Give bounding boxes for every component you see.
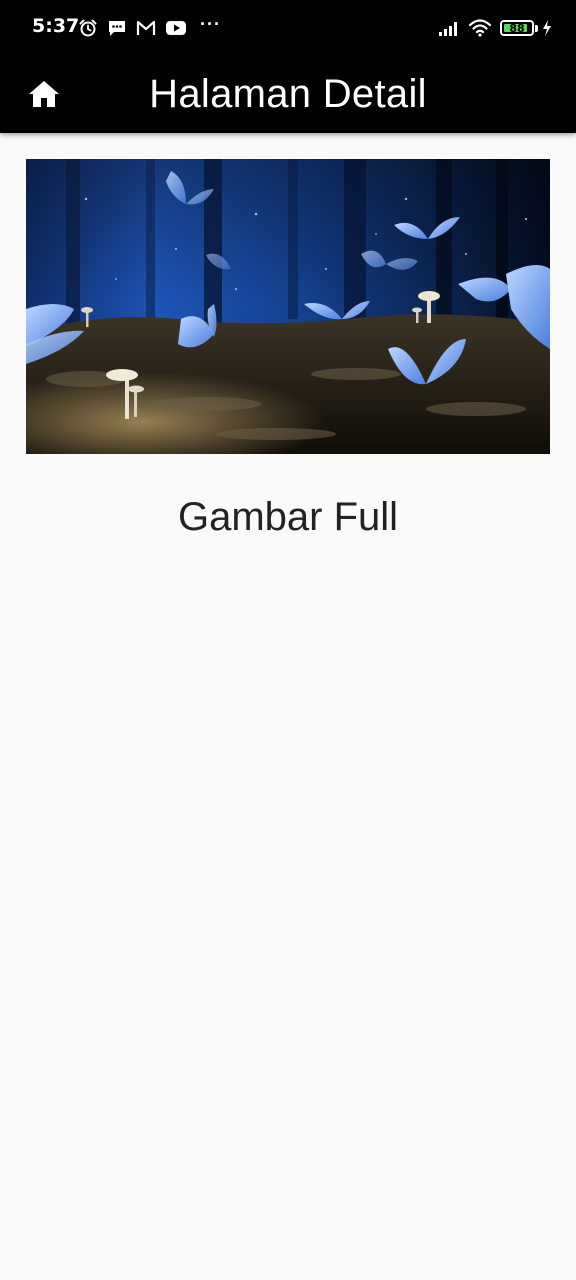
status-time: 5:37 bbox=[32, 15, 80, 37]
gmail-icon bbox=[136, 19, 156, 37]
notification-icons: ··· bbox=[78, 15, 230, 41]
wifi-icon bbox=[468, 19, 492, 37]
page-title: Halaman Detail bbox=[149, 72, 427, 116]
image-caption: Gambar Full bbox=[177, 495, 399, 539]
hero-image[interactable] bbox=[26, 159, 550, 454]
battery-level: 88 bbox=[509, 21, 525, 35]
alarm-icon bbox=[78, 18, 98, 38]
battery-icon: 88 bbox=[500, 20, 538, 36]
system-icons: 88 bbox=[430, 15, 552, 41]
more-notifications-indicator: ··· bbox=[200, 14, 221, 34]
charging-icon bbox=[542, 20, 552, 36]
app-bar: Halaman Detail bbox=[0, 56, 576, 133]
status-bar: 5:37 ··· 88 bbox=[0, 0, 576, 56]
youtube-icon bbox=[165, 19, 187, 37]
signal-icon bbox=[438, 20, 460, 36]
message-icon bbox=[107, 18, 127, 38]
